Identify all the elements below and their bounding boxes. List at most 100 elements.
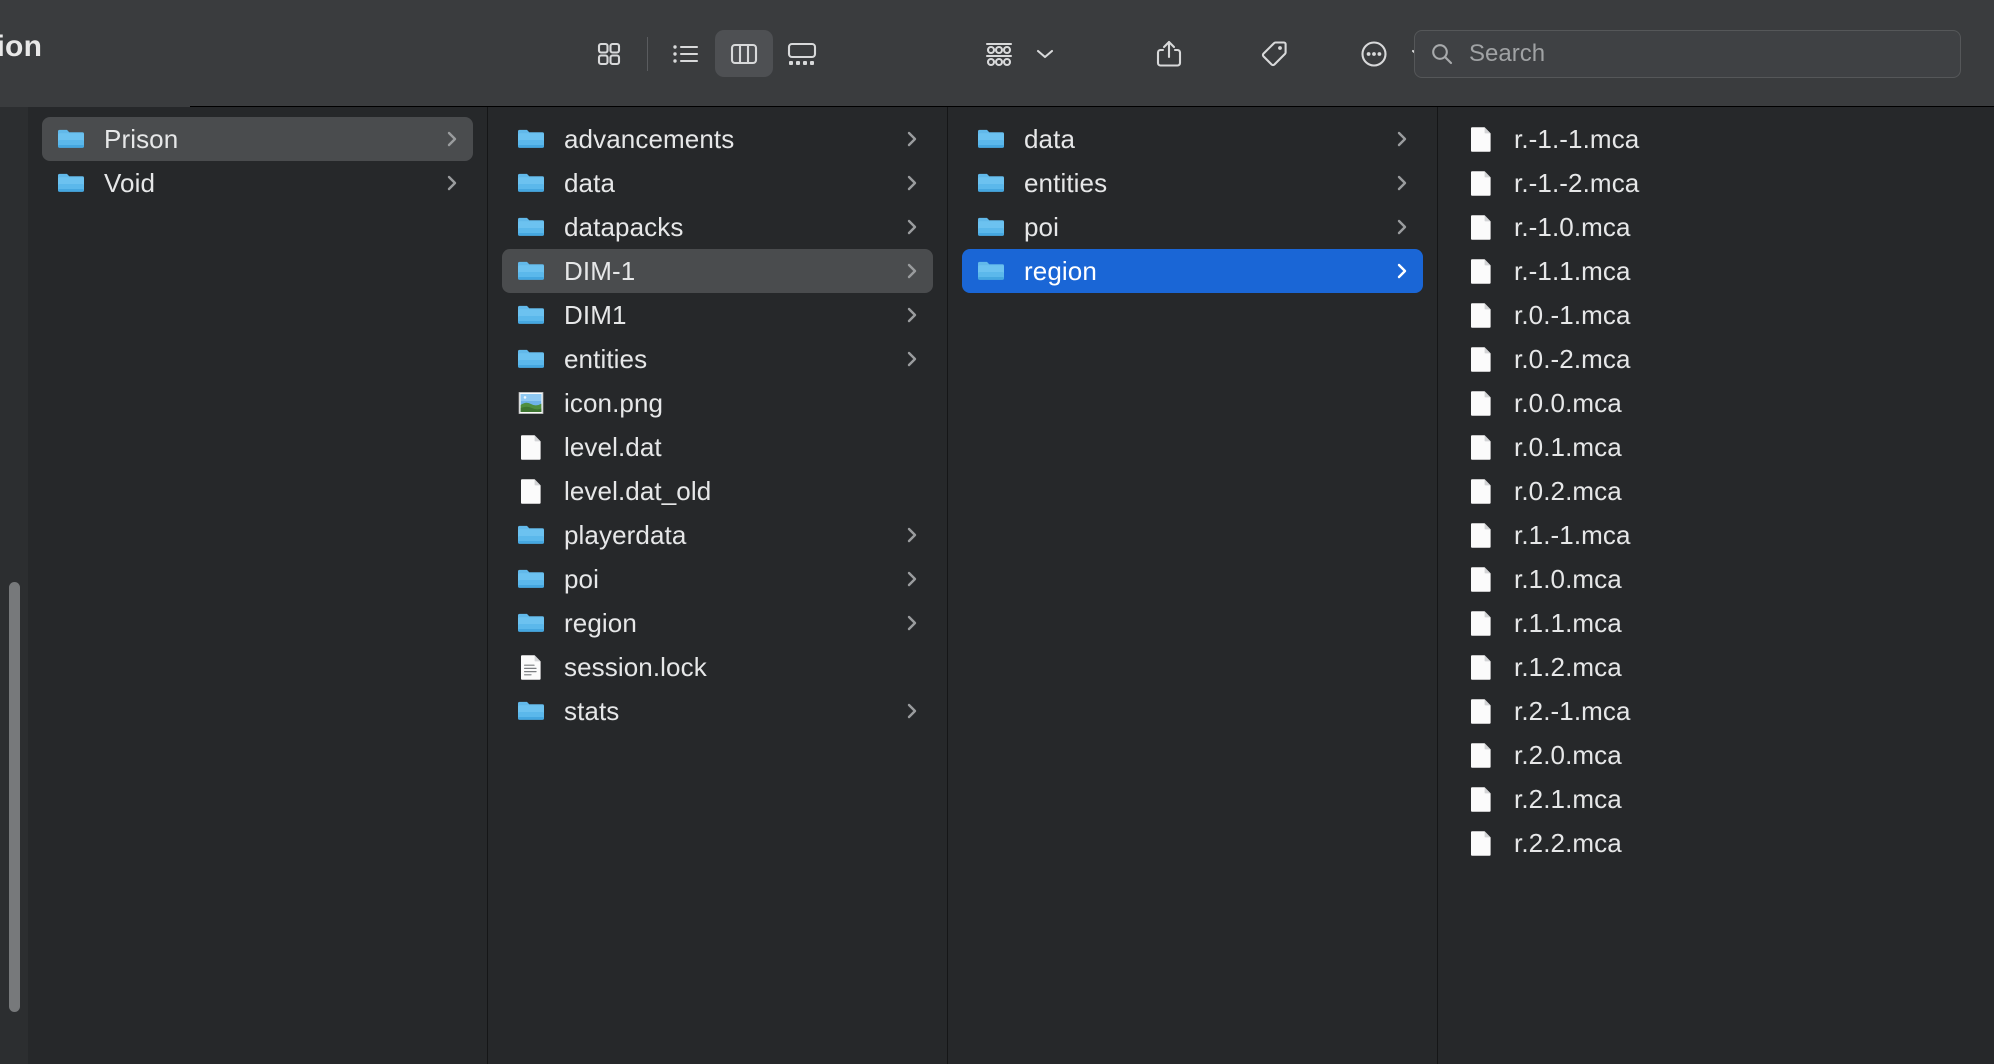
column-2: advancements data datapacks DIM-1 DIM1 e… bbox=[488, 107, 948, 1064]
file-name: r.2.1.mca bbox=[1514, 783, 1622, 814]
file-row[interactable]: data bbox=[502, 161, 933, 205]
disclosure-chevron[interactable] bbox=[443, 169, 461, 197]
folder-icon bbox=[518, 173, 544, 192]
disclosure-chevron[interactable] bbox=[1393, 169, 1411, 197]
file-row[interactable]: entities bbox=[502, 337, 933, 381]
file-name: datapacks bbox=[564, 211, 684, 242]
file-row[interactable]: r.1.2.mca bbox=[1452, 645, 1980, 689]
disclosure-chevron[interactable] bbox=[903, 521, 921, 549]
chevron-right-icon bbox=[1397, 131, 1407, 147]
file-row[interactable]: stats bbox=[502, 689, 933, 733]
file-name: data bbox=[564, 167, 616, 198]
search-field[interactable]: Search bbox=[1414, 30, 1961, 78]
file-row[interactable]: r.1.0.mca bbox=[1452, 557, 1980, 601]
share-group bbox=[1140, 30, 1198, 77]
file-row[interactable]: session.lock bbox=[502, 645, 933, 689]
disclosure-chevron[interactable] bbox=[903, 697, 921, 725]
file-row[interactable]: level.dat_old bbox=[502, 469, 933, 513]
folder-icon bbox=[58, 173, 84, 192]
icon-view-button[interactable] bbox=[580, 30, 638, 77]
file-row[interactable]: DIM1 bbox=[502, 293, 933, 337]
folder-icon bbox=[518, 701, 544, 720]
file-name: r.-1.1.mca bbox=[1514, 255, 1631, 286]
file-row[interactable]: r.2.2.mca bbox=[1452, 821, 1980, 865]
disclosure-chevron[interactable] bbox=[903, 301, 921, 329]
document-icon bbox=[521, 479, 541, 504]
disclosure-chevron[interactable] bbox=[903, 257, 921, 285]
file-row[interactable]: poi bbox=[502, 557, 933, 601]
gallery-icon bbox=[787, 42, 817, 65]
file-row[interactable]: r.1.-1.mca bbox=[1452, 513, 1980, 557]
disclosure-chevron[interactable] bbox=[903, 213, 921, 241]
document-icon bbox=[521, 435, 541, 460]
file-name: stats bbox=[564, 695, 620, 726]
folder-icon bbox=[518, 569, 544, 588]
disclosure-chevron[interactable] bbox=[903, 169, 921, 197]
file-row[interactable]: entities bbox=[962, 161, 1423, 205]
file-row[interactable]: r.-1.1.mca bbox=[1452, 249, 1980, 293]
file-row[interactable]: Prison bbox=[42, 117, 473, 161]
file-row[interactable]: datapacks bbox=[502, 205, 933, 249]
sidebar-scrollbar-thumb[interactable] bbox=[9, 582, 20, 1012]
chevron-right-icon bbox=[1397, 175, 1407, 191]
group-by-button[interactable] bbox=[970, 30, 1028, 77]
tag-button[interactable] bbox=[1245, 30, 1303, 77]
file-name: r.-1.0.mca bbox=[1514, 211, 1631, 242]
group-by-chevron[interactable] bbox=[1034, 47, 1056, 61]
disclosure-chevron[interactable] bbox=[1393, 125, 1411, 153]
file-row[interactable]: data bbox=[962, 117, 1423, 161]
file-row[interactable]: r.-1.0.mca bbox=[1452, 205, 1980, 249]
list-view-button[interactable] bbox=[657, 30, 715, 77]
chevron-right-icon bbox=[907, 571, 917, 587]
window-title: gion bbox=[0, 30, 43, 63]
disclosure-chevron[interactable] bbox=[903, 609, 921, 637]
disclosure-chevron[interactable] bbox=[443, 125, 461, 153]
share-button[interactable] bbox=[1140, 30, 1198, 77]
finder-window: gion bbox=[0, 0, 1994, 1064]
document-icon bbox=[1471, 435, 1491, 460]
disclosure-chevron[interactable] bbox=[903, 345, 921, 373]
file-row[interactable]: playerdata bbox=[502, 513, 933, 557]
file-row[interactable]: region bbox=[962, 249, 1423, 293]
file-row[interactable]: r.1.1.mca bbox=[1452, 601, 1980, 645]
file-row[interactable]: DIM-1 bbox=[502, 249, 933, 293]
file-name: DIM-1 bbox=[564, 255, 636, 286]
file-row[interactable]: r.-1.-2.mca bbox=[1452, 161, 1980, 205]
file-row[interactable]: poi bbox=[962, 205, 1423, 249]
file-row[interactable]: region bbox=[502, 601, 933, 645]
file-row[interactable]: advancements bbox=[502, 117, 933, 161]
folder-icon bbox=[518, 305, 544, 324]
disclosure-chevron[interactable] bbox=[1393, 213, 1411, 241]
column-view-button[interactable] bbox=[715, 30, 773, 77]
disclosure-chevron[interactable] bbox=[1393, 257, 1411, 285]
file-row[interactable]: Void bbox=[42, 161, 473, 205]
file-row[interactable]: r.0.-2.mca bbox=[1452, 337, 1980, 381]
file-row[interactable]: r.-1.-1.mca bbox=[1452, 117, 1980, 161]
gallery-view-button[interactable] bbox=[773, 30, 831, 77]
chevron-right-icon bbox=[907, 175, 917, 191]
file-name: entities bbox=[564, 343, 648, 374]
folder-icon bbox=[58, 129, 84, 148]
file-row[interactable]: r.0.1.mca bbox=[1452, 425, 1980, 469]
file-name: icon.png bbox=[564, 387, 664, 418]
file-row[interactable]: r.2.-1.mca bbox=[1452, 689, 1980, 733]
more-button[interactable] bbox=[1345, 30, 1403, 77]
file-row[interactable]: r.2.0.mca bbox=[1452, 733, 1980, 777]
file-row[interactable]: r.0.0.mca bbox=[1452, 381, 1980, 425]
chevron-right-icon bbox=[447, 131, 457, 147]
file-row[interactable]: r.2.1.mca bbox=[1452, 777, 1980, 821]
disclosure-chevron[interactable] bbox=[903, 125, 921, 153]
disclosure-chevron[interactable] bbox=[903, 565, 921, 593]
folder-icon bbox=[978, 261, 1004, 280]
column-browser: Prison Void advancements data datapacks … bbox=[0, 107, 1994, 1064]
file-row[interactable]: r.0.-1.mca bbox=[1452, 293, 1980, 337]
file-name: r.0.2.mca bbox=[1514, 475, 1622, 506]
chevron-down-icon bbox=[1036, 49, 1054, 58]
file-row[interactable]: icon.png bbox=[502, 381, 933, 425]
file-name: r.-1.-1.mca bbox=[1514, 123, 1640, 154]
file-row[interactable]: r.0.2.mca bbox=[1452, 469, 1980, 513]
folder-icon bbox=[518, 349, 544, 368]
file-row[interactable]: level.dat bbox=[502, 425, 933, 469]
chevron-right-icon bbox=[907, 351, 917, 367]
document-icon bbox=[1471, 787, 1491, 812]
